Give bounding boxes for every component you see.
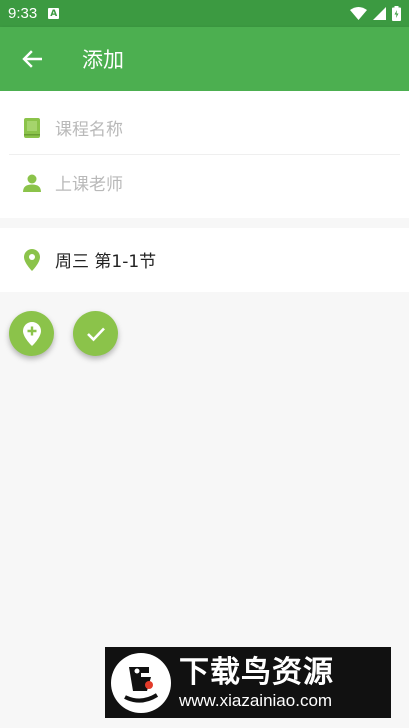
arrow-back-icon (22, 50, 42, 68)
course-name-row[interactable]: 课程名称 (0, 100, 409, 155)
battery-icon (392, 6, 401, 21)
location-pin-icon (21, 248, 43, 271)
schedule-card: 周三 第1-1节 (0, 228, 409, 292)
bird-logo-icon (111, 652, 171, 713)
back-button[interactable] (0, 27, 64, 91)
watermark-title: 下载鸟资源 (179, 654, 334, 690)
course-info-card: 课程名称 上课老师 (0, 91, 409, 218)
check-icon (86, 327, 105, 341)
teacher-row[interactable]: 上课老师 (0, 155, 409, 210)
schedule-row[interactable]: 周三 第1-1节 (0, 232, 409, 287)
page-title: 添加 (82, 48, 124, 72)
add-location-icon (22, 321, 41, 346)
status-time: 9:33 (8, 5, 38, 22)
schedule-time-label: 周三 第1-1节 (55, 252, 157, 272)
wifi-icon (350, 7, 367, 20)
watermark: 下载鸟资源 www.xiazainiao.com (105, 647, 391, 718)
signal-icon (373, 7, 386, 20)
book-icon (21, 117, 43, 139)
course-name-input[interactable]: 课程名称 (55, 115, 123, 140)
add-location-button[interactable] (9, 311, 54, 356)
watermark-url: www.xiazainiao.com (179, 690, 333, 710)
status-bar: 9:33 A (0, 0, 409, 27)
watermark-text: 下载鸟资源 www.xiazainiao.com (179, 655, 334, 711)
confirm-button[interactable] (73, 311, 118, 356)
status-icons (350, 6, 401, 21)
notification-a-icon: A (48, 8, 60, 19)
app-bar: 添加 (0, 27, 409, 91)
teacher-input[interactable]: 上课老师 (55, 170, 123, 195)
person-icon (21, 172, 43, 194)
